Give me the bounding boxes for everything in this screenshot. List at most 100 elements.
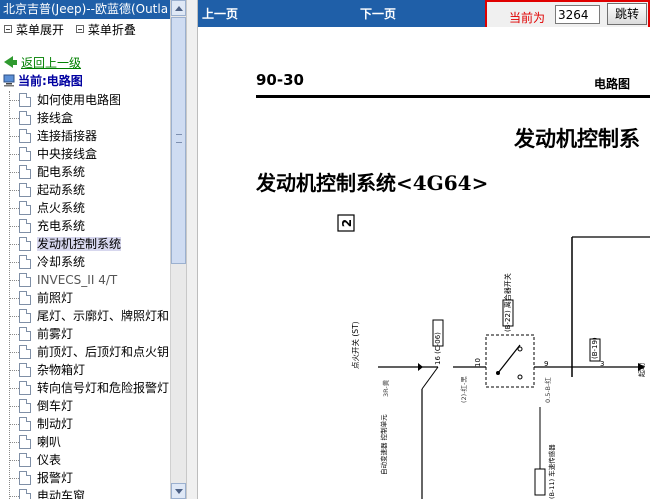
nav-item[interactable]: 喇叭 xyxy=(0,433,170,451)
square-icon xyxy=(75,25,84,33)
nav-item-label: 仪表 xyxy=(37,453,62,467)
goto-button[interactable]: 跳转 xyxy=(607,3,647,25)
document-icon xyxy=(19,363,31,377)
nav-scrollbar[interactable] xyxy=(170,0,186,499)
nav-item[interactable]: 制动灯 xyxy=(0,415,170,433)
next-page-button[interactable]: 下一页 xyxy=(360,5,396,22)
document-icon xyxy=(19,129,31,143)
prev-page-button[interactable]: 上一页 xyxy=(202,5,238,22)
back-link[interactable]: 返回上一级 xyxy=(4,55,81,71)
tree-connector xyxy=(10,226,19,227)
nav-item-label: 制动灯 xyxy=(37,417,74,431)
header-rule xyxy=(256,95,650,98)
label-10: 10 xyxy=(474,358,482,367)
nav-title: 北京吉普(Jeep)--欧蓝德(Outla xyxy=(0,0,170,19)
pane-splitter[interactable] xyxy=(186,0,198,499)
page-number-input[interactable] xyxy=(555,5,600,24)
nav-item[interactable]: 连接插接器 xyxy=(0,127,170,145)
wiring-diagram: 2 点火开关 (ST) 16 (C-06) 10 (B-22) 离合器开关 (B… xyxy=(337,214,650,499)
document-subtitle: 发动机控制系统<4G64> xyxy=(256,171,489,195)
tree-connector xyxy=(10,172,19,173)
nav-item[interactable]: 发动机控制系统 xyxy=(0,235,170,253)
document-icon xyxy=(19,453,31,467)
nav-item[interactable]: 充电系统 xyxy=(0,217,170,235)
tree-connector xyxy=(10,388,19,389)
tree-connector xyxy=(10,316,19,317)
nav-item-label: 如何使用电路图 xyxy=(37,93,122,107)
nav-item-label: 充电系统 xyxy=(37,219,86,233)
tree-connector xyxy=(10,100,19,101)
back-link-label: 返回上一级 xyxy=(21,56,82,70)
document-icon xyxy=(19,291,31,305)
document-icon xyxy=(19,489,31,499)
nav-item[interactable]: 仪表 xyxy=(0,451,170,469)
current-folder-label: 当前:电路图 xyxy=(18,74,83,88)
scroll-down-button[interactable] xyxy=(171,483,186,499)
document-icon xyxy=(19,327,31,341)
nav-item[interactable]: INVECS_II 4/T xyxy=(0,271,170,289)
nav-item[interactable]: 前顶灯、后顶灯和点火钥 xyxy=(0,343,170,361)
document-icon xyxy=(19,237,31,251)
tree-connector xyxy=(10,298,19,299)
nav-item-label: 发动机控制系统 xyxy=(37,237,122,251)
tree-connector xyxy=(10,406,19,407)
document-icon xyxy=(19,255,31,269)
label-start: 起动 xyxy=(637,363,646,377)
nav-item-label: 倒车灯 xyxy=(37,399,74,413)
nav-item[interactable]: 杂物箱灯 xyxy=(0,361,170,379)
nav-item[interactable]: 转向信号灯和危险报警灯 xyxy=(0,379,170,397)
nav-item[interactable]: 报警灯 xyxy=(0,469,170,487)
nav-item[interactable]: 如何使用电路图 xyxy=(0,91,170,109)
nav-item[interactable]: 起动系统 xyxy=(0,181,170,199)
scroll-up-button[interactable] xyxy=(171,0,186,16)
document-icon xyxy=(19,183,31,197)
nav-tree: 如何使用电路图接线盒连接插接器中央接线盒 配电系统起动系统点火系统充电系统发动机控… xyxy=(0,91,170,499)
current-folder: 当前:电路图 xyxy=(3,73,83,89)
tree-connector xyxy=(10,244,19,245)
nav-item[interactable]: 尾灯、示廓灯、牌照灯和 xyxy=(0,307,170,325)
document-page: 90-30 电路图 发动机控制系 发动机控制系统<4G64> 2 点火开关 (S… xyxy=(198,27,650,499)
nav-item-label: 前照灯 xyxy=(37,291,74,305)
goto-label: 当前为 xyxy=(509,11,546,25)
wire-label-2: (2)-红-黑 xyxy=(459,376,468,403)
nav-item[interactable]: 点火系统 xyxy=(0,199,170,217)
label-c06: 16 (C-06) xyxy=(434,332,442,365)
nav-item[interactable]: 中央接线盒 xyxy=(0,145,170,163)
menu-expand-button[interactable]: 菜单展开 xyxy=(4,21,64,39)
nav-item-label: 连接插接器 xyxy=(37,129,98,143)
nav-item[interactable]: 电动车窗 xyxy=(0,487,170,499)
document-icon xyxy=(19,399,31,413)
nav-item[interactable]: 接线盒 xyxy=(0,109,170,127)
tree-connector xyxy=(10,442,19,443)
nav-item-label: 电动车窗 xyxy=(37,489,86,499)
document-title: 发动机控制系 xyxy=(514,126,640,151)
tree-connector xyxy=(10,352,19,353)
tree-connector xyxy=(10,136,19,137)
connector-b11 xyxy=(534,468,546,496)
wire-label-3: 0.5-B-红 xyxy=(543,377,552,403)
document-icon xyxy=(19,471,31,485)
document-icon xyxy=(19,219,31,233)
nav-item-label: 杂物箱灯 xyxy=(37,363,86,377)
nav-item-label: 起动系统 xyxy=(37,183,86,197)
label-auto: 自动变速器 控制单元 xyxy=(379,414,388,475)
document-icon xyxy=(19,201,31,215)
tree-connector xyxy=(10,208,19,209)
nav-item-label: 报警灯 xyxy=(37,471,74,485)
tree-connector xyxy=(10,154,19,155)
document-icon xyxy=(19,111,31,125)
menu-collapse-button[interactable]: 菜单折叠 xyxy=(75,21,136,39)
nav-item[interactable]: 配电系统 xyxy=(0,163,170,181)
scroll-thumb[interactable] xyxy=(171,17,186,264)
label-3: 3 xyxy=(600,360,604,368)
label-b19: (B-19) xyxy=(591,337,599,359)
nav-item-label: 点火系统 xyxy=(37,201,86,215)
nav-item[interactable]: 前雾灯 xyxy=(0,325,170,343)
clutch-switch-box xyxy=(485,334,535,388)
nav-item[interactable]: 倒车灯 xyxy=(0,397,170,415)
nav-item[interactable]: 冷却系统 xyxy=(0,253,170,271)
nav-item[interactable]: 前照灯 xyxy=(0,289,170,307)
label-ignition: 点火开关 (ST) xyxy=(350,321,360,369)
nav-item-label: 喇叭 xyxy=(37,435,62,449)
document-icon xyxy=(19,165,31,179)
